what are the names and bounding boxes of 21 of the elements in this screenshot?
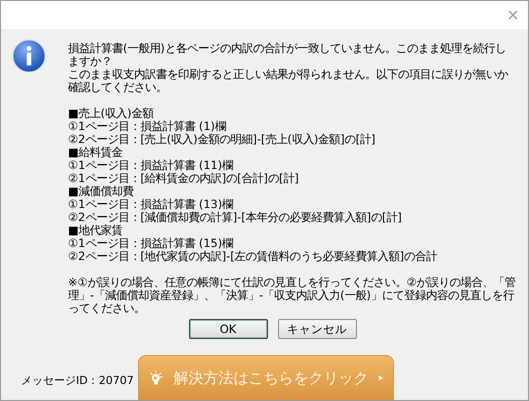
section-heading: ■売上(収入)金額 <box>68 107 155 120</box>
check-item: ②2ページ目：[売上(収入)金額の明細]-[売上(収入)金額]の[計] <box>68 133 376 146</box>
check-item: ①1ページ目：損益計算書 (1)欄 <box>68 120 227 133</box>
message-id: メッセージID：20707 <box>21 373 135 388</box>
message-text: 損益計算書(一般用)と各ページの内訳の合計が一致していません。このまま処理を続行しますか？ <box>68 42 507 68</box>
section-heading: ■給料賃金 <box>68 146 124 159</box>
check-item: ①1ページ目：損益計算書 (13)欄 <box>68 198 234 211</box>
section-heading: ■地代家賃 <box>68 224 124 237</box>
info-icon <box>12 39 46 73</box>
section-heading: ■減価償却費 <box>68 185 135 198</box>
check-item: ②2ページ目：[地代家賃の内訳]-[左の賃借料のうち必要経費算入額]の合計 <box>68 250 438 263</box>
note-text: ※①が誤りの場合、任意の帳簿にて仕訳の見直しを行ってください。②が誤りの場合、「管理」-「減価償却資産登録」、「決算」-「収支内訳入力(一般)」にて登録内容の見直しを行ってください。 <box>68 276 516 315</box>
close-icon[interactable] <box>508 10 518 20</box>
message-text: このまま収支内訳書を印刷すると正しい結果が得られません。以下の項目に誤りが無いか確認してください。 <box>68 68 510 94</box>
check-item: ①1ページ目：損益計算書 (15)欄 <box>68 237 234 250</box>
check-item: ②1ページ目：[給料賃金の内訳]の[合計]の[計] <box>68 172 300 185</box>
cancel-button[interactable]: キャンセル <box>278 319 356 339</box>
check-item: ②2ページ目：[減価償却費の計算]-[本年分の必要経費算入額]の[計] <box>68 211 403 224</box>
check-item: ①1ページ目：損益計算書 (11)欄 <box>68 159 234 172</box>
ok-button[interactable]: OK <box>188 319 268 339</box>
play-icon <box>378 373 383 383</box>
